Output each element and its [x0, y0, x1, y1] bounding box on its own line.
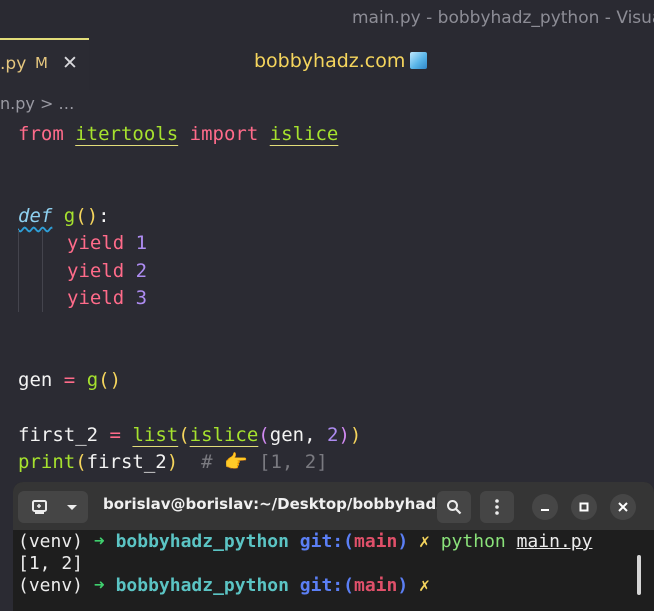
- terminal-scrollbar[interactable]: [637, 555, 641, 595]
- search-icon: [447, 500, 462, 515]
- keyword-def: def: [18, 205, 53, 227]
- chevron-down-icon: [67, 505, 77, 510]
- modified-indicator: M: [35, 54, 48, 72]
- search-button[interactable]: [437, 491, 471, 523]
- module-itertools: itertools: [75, 123, 179, 145]
- maximize-icon: [579, 502, 589, 512]
- terminal-line-1: (venv) ➜ bobbyhadz_python git:(main) ✗ p…: [18, 531, 593, 552]
- code-line-yield-1: yield 1: [67, 232, 148, 254]
- code-comment: # 👉 [1, 2]: [201, 451, 328, 473]
- close-icon[interactable]: ✕: [62, 52, 78, 74]
- code-line-print: print(first_2) # 👉 [1, 2]: [18, 451, 328, 473]
- maximize-button[interactable]: [571, 494, 597, 520]
- code-line-def: def g():: [18, 205, 110, 227]
- terminal-title: borislav@borislav:~/Desktop/bobbyhadz_..…: [103, 495, 470, 513]
- tab-main-py[interactable]: .py M ✕: [0, 38, 89, 90]
- minimize-icon: [541, 509, 549, 511]
- minimize-button[interactable]: [532, 494, 558, 520]
- name-islice: islice: [269, 123, 339, 145]
- title-bar: main.py - bobbyhadz_python - Visua: [0, 0, 654, 38]
- terminal-window[interactable]: borislav@borislav:~/Desktop/bobbyhadz_..…: [13, 482, 654, 611]
- terminal-line-output: [1, 2]: [18, 553, 84, 574]
- center-title: bobbyhadz.com: [254, 50, 428, 72]
- add-terminal-icon: [32, 500, 47, 514]
- indent-guide: [18, 230, 19, 312]
- code-line-yield-3: yield 3: [67, 287, 148, 309]
- arrow-icon: ➜: [93, 531, 105, 552]
- breadcrumb[interactable]: n.py > …: [0, 94, 74, 113]
- terminal-header: borislav@borislav:~/Desktop/bobbyhadz_..…: [13, 482, 654, 530]
- menu-button[interactable]: [480, 491, 514, 523]
- terminal-line-3: (venv) ➜ bobbyhadz_python git:(main) ✗: [18, 575, 430, 596]
- tab-bar: .py M ✕ bobbyhadz.com: [0, 38, 654, 90]
- function-g: g: [63, 205, 76, 227]
- code-line-1: from itertools import islice: [18, 121, 338, 147]
- code-line-gen: gen = g(): [18, 369, 122, 391]
- cube-icon: [410, 52, 428, 69]
- window-title: main.py - bobbyhadz_python - Visua: [352, 8, 654, 28]
- tab-label: .py: [0, 54, 27, 74]
- code-line-first: first_2 = list(islice(gen, 2)): [18, 424, 362, 446]
- kebab-menu-icon: [495, 499, 499, 515]
- keyword-import: import: [189, 123, 259, 145]
- indent-guide: [42, 230, 43, 312]
- code-line-yield-2: yield 2: [67, 260, 148, 282]
- new-tab-button[interactable]: [18, 491, 88, 523]
- arrow-icon: ➜: [93, 575, 105, 596]
- center-title-text: bobbyhadz.com: [254, 50, 406, 72]
- close-window-button[interactable]: [610, 494, 636, 520]
- close-icon: [618, 502, 628, 512]
- keyword-from: from: [18, 123, 64, 145]
